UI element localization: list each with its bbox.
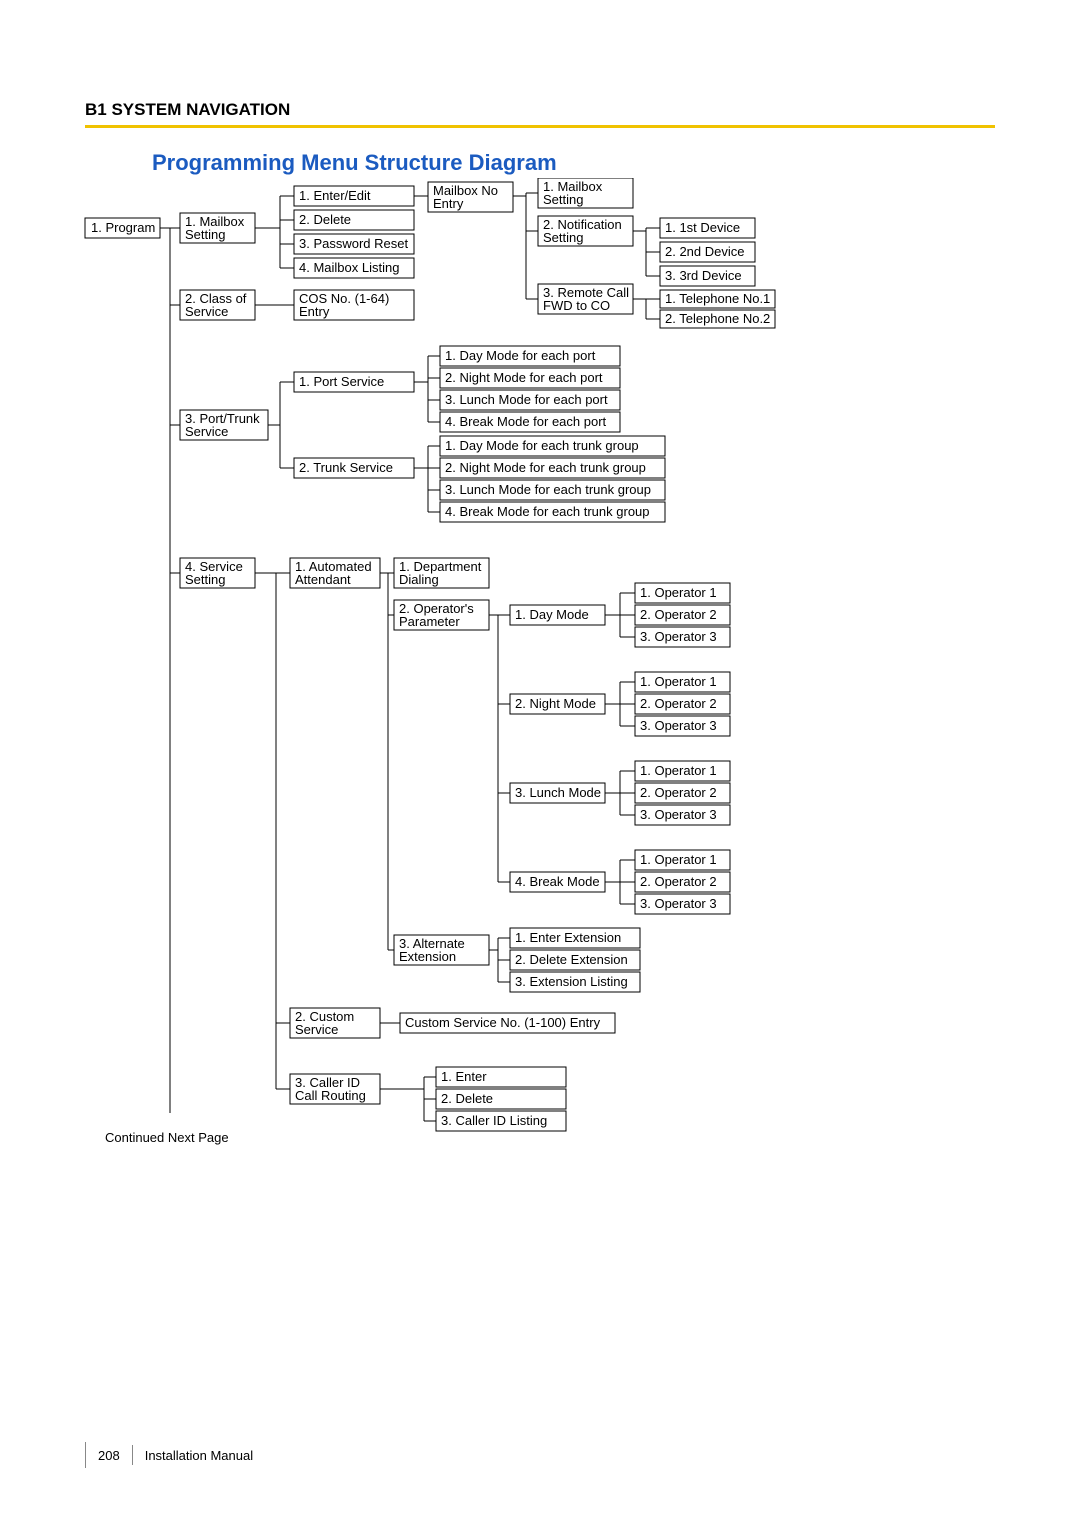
node-d-op2: 2. Operator 2 <box>640 607 717 622</box>
node-l-op1: 1. Operator 1 <box>640 763 717 778</box>
node-mbset2-b: Setting <box>543 192 583 207</box>
node-nightmode: 2. Night Mode <box>515 696 596 711</box>
node-program: 1. Program <box>91 220 155 235</box>
node-trunksvc: 2. Trunk Service <box>299 460 393 475</box>
header-rule <box>85 125 995 128</box>
node-cosno-b: Entry <box>299 304 330 319</box>
node-tm4: 4. Break Mode for each trunk group <box>445 504 650 519</box>
node-ciddel: 2. Delete <box>441 1091 493 1106</box>
node-daymode: 1. Day Mode <box>515 607 589 622</box>
node-tm2: 2. Night Mode for each trunk group <box>445 460 646 475</box>
node-notif-b: Setting <box>543 230 583 245</box>
node-d-op3: 3. Operator 3 <box>640 629 717 644</box>
node-pwreset: 3. Password Reset <box>299 236 408 251</box>
node-pm4: 4. Break Mode for each port <box>445 414 607 429</box>
node-breakmode: 4. Break Mode <box>515 874 600 889</box>
node-n-op1: 1. Operator 1 <box>640 674 717 689</box>
node-l-op2: 2. Operator 2 <box>640 785 717 800</box>
continued-note: Continued Next Page <box>105 1130 229 1145</box>
section-header: B1 SYSTEM NAVIGATION <box>85 100 290 120</box>
node-dev3: 3. 3rd Device <box>665 268 742 283</box>
node-extlist: 3. Extension Listing <box>515 974 628 989</box>
node-enterext: 1. Enter Extension <box>515 930 621 945</box>
page-number: 208 <box>86 1448 132 1463</box>
page-title: Programming Menu Structure Diagram <box>152 150 557 176</box>
node-cos-b: Service <box>185 304 228 319</box>
footer-manual: Installation Manual <box>145 1448 253 1463</box>
node-b-op2: 2. Operator 2 <box>640 874 717 889</box>
node-delext: 2. Delete Extension <box>515 952 628 967</box>
node-b-op1: 1. Operator 1 <box>640 852 717 867</box>
node-customno: Custom Service No. (1-100) Entry <box>405 1015 601 1030</box>
node-n-op3: 3. Operator 3 <box>640 718 717 733</box>
node-l-op3: 3. Operator 3 <box>640 807 717 822</box>
node-b-op3: 3. Operator 3 <box>640 896 717 911</box>
node-delete: 2. Delete <box>299 212 351 227</box>
node-cident: 1. Enter <box>441 1069 487 1084</box>
page-footer: 208 Installation Manual <box>85 1442 253 1468</box>
node-porttrunk-b: Service <box>185 424 228 439</box>
node-svcset-b: Setting <box>185 572 225 587</box>
node-cid-b: Call Routing <box>295 1088 366 1103</box>
node-pm3: 3. Lunch Mode for each port <box>445 392 608 407</box>
node-mblist: 4. Mailbox Listing <box>299 260 399 275</box>
node-d-op1: 1. Operator 1 <box>640 585 717 600</box>
node-remote-b: FWD to CO <box>543 298 610 313</box>
node-tm3: 3. Lunch Mode for each trunk group <box>445 482 651 497</box>
node-dept-b: Dialing <box>399 572 439 587</box>
node-dev1: 1. 1st Device <box>665 220 740 235</box>
node-n-op2: 2. Operator 2 <box>640 696 717 711</box>
node-mailbox-setting-1b: Setting <box>185 227 225 242</box>
node-pm2: 2. Night Mode for each port <box>445 370 603 385</box>
node-tel2: 2. Telephone No.2 <box>665 311 770 326</box>
node-portsvc: 1. Port Service <box>299 374 384 389</box>
node-enteredit: 1. Enter/Edit <box>299 188 371 203</box>
menu-structure-diagram: 1. Program 1. Mailbox Setting 2. Class o… <box>80 178 1000 1138</box>
node-auto-b: Attendant <box>295 572 351 587</box>
node-pm1: 1. Day Mode for each port <box>445 348 596 363</box>
node-tel1: 1. Telephone No.1 <box>665 291 770 306</box>
node-mbno-b: Entry <box>433 196 464 211</box>
node-cidlist: 3. Caller ID Listing <box>441 1113 547 1128</box>
node-opparam-b: Parameter <box>399 614 460 629</box>
node-tm1: 1. Day Mode for each trunk group <box>445 438 639 453</box>
node-dev2: 2. 2nd Device <box>665 244 745 259</box>
node-custom-b: Service <box>295 1022 338 1037</box>
node-altext-b: Extension <box>399 949 456 964</box>
node-lunchmode: 3. Lunch Mode <box>515 785 601 800</box>
